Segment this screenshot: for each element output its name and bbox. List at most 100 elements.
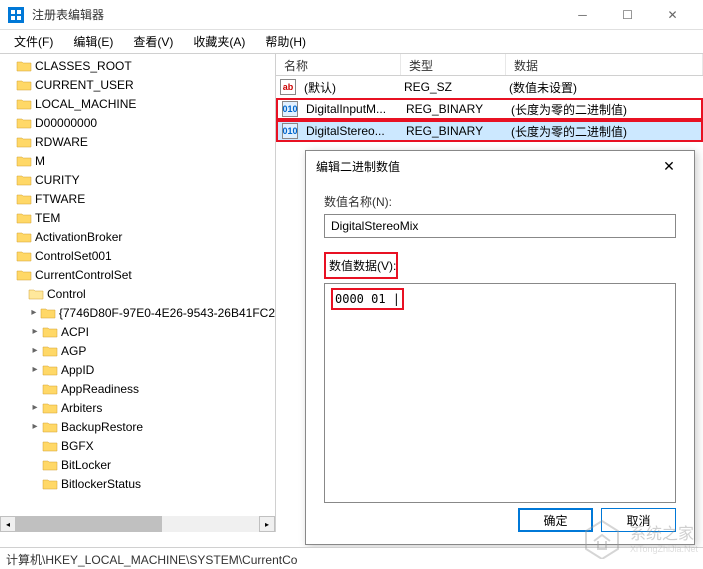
- expand-icon[interactable]: ▸: [28, 421, 42, 432]
- scroll-track[interactable]: [16, 516, 259, 532]
- horizontal-scrollbar[interactable]: ◂ ▸: [0, 516, 275, 532]
- scroll-thumb[interactable]: [16, 516, 162, 532]
- tree-item[interactable]: RDWARE: [0, 132, 275, 151]
- tree-item[interactable]: LOCAL_MACHINE: [0, 94, 275, 113]
- tree-label: ControlSet001: [35, 249, 112, 263]
- tree-item[interactable]: ▸ {7746D80F-97E0-4E26-9543-26B41FC2: [0, 303, 275, 322]
- regedit-icon: [8, 7, 24, 23]
- tree-item[interactable]: CURITY: [0, 170, 275, 189]
- hex-content: 0000 01: [335, 292, 386, 306]
- expand-icon[interactable]: ▸: [28, 345, 42, 356]
- menu-favorites[interactable]: 收藏夹(A): [183, 31, 255, 52]
- close-button[interactable]: ✕: [650, 0, 695, 30]
- folder-icon: [42, 477, 58, 491]
- tree-label: CURRENT_USER: [35, 78, 134, 92]
- window-controls: ─ ☐ ✕: [560, 0, 695, 30]
- tree-item[interactable]: Control: [0, 284, 275, 303]
- tree-label: BackupRestore: [61, 420, 143, 434]
- tree-item[interactable]: AppReadiness: [0, 379, 275, 398]
- list-row[interactable]: 010DigitalStereo...REG_BINARY(长度为零的二进制值): [276, 120, 703, 142]
- tree-item[interactable]: BitLocker: [0, 455, 275, 474]
- tree-label: BGFX: [61, 439, 94, 453]
- column-name[interactable]: 名称: [276, 54, 401, 75]
- tree-item[interactable]: TEM: [0, 208, 275, 227]
- value-data-label-highlight: 数值数据(V):: [324, 252, 398, 279]
- value-type-icon: 010: [282, 101, 298, 117]
- dialog-title: 编辑二进制数值: [316, 158, 654, 175]
- tree-item[interactable]: ▸ BackupRestore: [0, 417, 275, 436]
- tree-item[interactable]: ▸ AGP: [0, 341, 275, 360]
- value-name-input[interactable]: [324, 214, 676, 238]
- expand-icon[interactable]: ▸: [28, 326, 42, 337]
- column-type[interactable]: 类型: [401, 54, 506, 75]
- tree-item[interactable]: BitlockerStatus: [0, 474, 275, 493]
- folder-icon: [16, 211, 32, 225]
- tree-label: AGP: [61, 344, 86, 358]
- value-type-icon: ab: [280, 79, 296, 95]
- expand-icon[interactable]: ▸: [28, 402, 42, 413]
- list-row[interactable]: 010DigitalInputM...REG_BINARY(长度为零的二进制值): [276, 98, 703, 120]
- titlebar: 注册表编辑器 ─ ☐ ✕: [0, 0, 703, 30]
- status-path: 计算机\HKEY_LOCAL_MACHINE\SYSTEM\CurrentCo: [6, 553, 297, 567]
- tree-label: M: [35, 154, 45, 168]
- value-name-label: 数值名称(N):: [324, 193, 676, 210]
- column-data[interactable]: 数据: [506, 54, 703, 75]
- tree-label: D00000000: [35, 116, 97, 130]
- dialog-close-button[interactable]: ✕: [654, 151, 684, 181]
- menu-file[interactable]: 文件(F): [4, 31, 63, 52]
- ok-button[interactable]: 确定: [518, 508, 593, 532]
- list-row[interactable]: ab(默认)REG_SZ(数值未设置): [276, 76, 703, 98]
- minimize-button[interactable]: ─: [560, 0, 605, 30]
- menu-view[interactable]: 查看(V): [123, 31, 183, 52]
- tree-label: CURITY: [35, 173, 80, 187]
- dialog-titlebar[interactable]: 编辑二进制数值 ✕: [306, 151, 694, 181]
- hex-content-highlight: 0000 01 |: [331, 288, 404, 310]
- tree-item[interactable]: D00000000: [0, 113, 275, 132]
- folder-icon: [42, 458, 58, 472]
- tree-label: ActivationBroker: [35, 230, 122, 244]
- tree-label: FTWARE: [35, 192, 85, 206]
- folder-icon: [28, 287, 44, 301]
- hex-editor[interactable]: 0000 01 |: [324, 283, 676, 503]
- cell-type: REG_BINARY: [402, 124, 507, 138]
- window-title: 注册表编辑器: [32, 6, 560, 23]
- statusbar: 计算机\HKEY_LOCAL_MACHINE\SYSTEM\CurrentCo: [0, 547, 703, 569]
- tree-item[interactable]: M: [0, 151, 275, 170]
- tree-item[interactable]: ▸AppID: [0, 360, 275, 379]
- expand-icon[interactable]: ▸: [28, 364, 42, 375]
- folder-icon: [16, 97, 32, 111]
- list-header: 名称 类型 数据: [276, 54, 703, 76]
- folder-icon: [16, 154, 32, 168]
- tree-item[interactable]: ▸Arbiters: [0, 398, 275, 417]
- cell-name: DigitalInputM...: [302, 102, 402, 116]
- tree-item[interactable]: CurrentControlSet: [0, 265, 275, 284]
- folder-icon: [16, 135, 32, 149]
- cell-name: (默认): [300, 79, 400, 96]
- maximize-button[interactable]: ☐: [605, 0, 650, 30]
- tree-item[interactable]: FTWARE: [0, 189, 275, 208]
- tree-label: Control: [47, 287, 86, 301]
- cancel-button[interactable]: 取消: [601, 508, 676, 532]
- tree-item[interactable]: ActivationBroker: [0, 227, 275, 246]
- folder-icon: [16, 173, 32, 187]
- expand-icon[interactable]: ▸: [28, 307, 40, 318]
- folder-icon: [42, 382, 58, 396]
- list-rows: ab(默认)REG_SZ(数值未设置) 010 DigitalInputM...RE…: [276, 76, 703, 142]
- tree-label: CurrentControlSet: [35, 268, 132, 282]
- tree-item[interactable]: CURRENT_USER: [0, 75, 275, 94]
- tree-item[interactable]: ControlSet001: [0, 246, 275, 265]
- folder-icon: [42, 420, 58, 434]
- scroll-left-button[interactable]: ◂: [0, 516, 16, 532]
- menu-help[interactable]: 帮助(H): [255, 31, 316, 52]
- value-data-label: 数值数据(V):: [329, 259, 396, 273]
- tree-item[interactable]: CLASSES_ROOT: [0, 56, 275, 75]
- tree-item[interactable]: ▸ACPI: [0, 322, 275, 341]
- dialog-body: 数值名称(N): 数值数据(V): 0000 01 |: [306, 181, 694, 515]
- tree[interactable]: CLASSES_ROOT CURRENT_USER LOCAL_MACHINE D00…: [0, 54, 275, 495]
- tree-label: {7746D80F-97E0-4E26-9543-26B41FC2: [59, 306, 275, 320]
- tree-item[interactable]: BGFX: [0, 436, 275, 455]
- menu-edit[interactable]: 编辑(E): [63, 31, 123, 52]
- scroll-right-button[interactable]: ▸: [259, 516, 275, 532]
- folder-icon: [42, 344, 58, 358]
- cell-type: REG_BINARY: [402, 102, 507, 116]
